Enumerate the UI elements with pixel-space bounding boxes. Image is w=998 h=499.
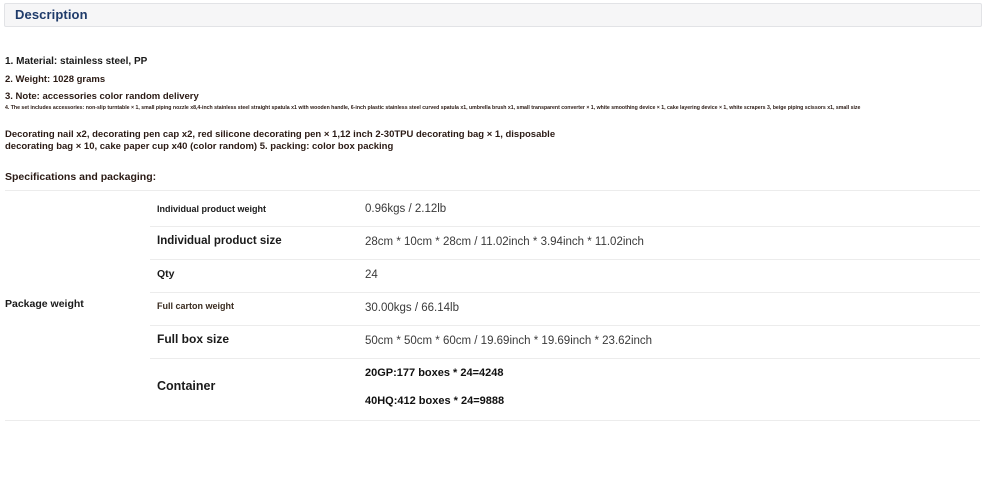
spec-value-product-weight: 0.96kgs / 2.12lb bbox=[365, 203, 447, 215]
table-divider bbox=[5, 190, 980, 191]
specs-table: Package weight Individual product weight… bbox=[0, 0, 998, 499]
table-divider bbox=[150, 358, 980, 359]
spec-label-carton-weight: Full carton weight bbox=[157, 301, 235, 311]
spec-label-container: Container bbox=[157, 379, 216, 393]
table-divider bbox=[150, 325, 980, 326]
table-divider bbox=[150, 292, 980, 293]
table-divider bbox=[150, 259, 980, 260]
package-weight-label: Package weight bbox=[5, 298, 84, 310]
spec-value-container-40hq: 40HQ:412 boxes * 24=9888 bbox=[365, 395, 505, 407]
table-divider bbox=[5, 420, 980, 421]
spec-label-product-weight: Individual product weight bbox=[157, 204, 266, 214]
spec-label-qty: Qty bbox=[157, 268, 175, 280]
spec-label-product-size: Individual product size bbox=[157, 235, 282, 247]
table-divider bbox=[150, 226, 980, 227]
spec-value-box-size: 50cm * 50cm * 60cm / 19.69inch * 19.69in… bbox=[365, 335, 653, 347]
spec-value-container-20gp: 20GP:177 boxes * 24=4248 bbox=[365, 367, 504, 379]
spec-value-carton-weight: 30.00kgs / 66.14lb bbox=[365, 302, 459, 314]
spec-value-qty: 24 bbox=[365, 269, 378, 281]
spec-value-product-size: 28cm * 10cm * 28cm / 11.02inch * 3.94inc… bbox=[365, 236, 644, 248]
spec-label-box-size: Full box size bbox=[157, 332, 230, 346]
